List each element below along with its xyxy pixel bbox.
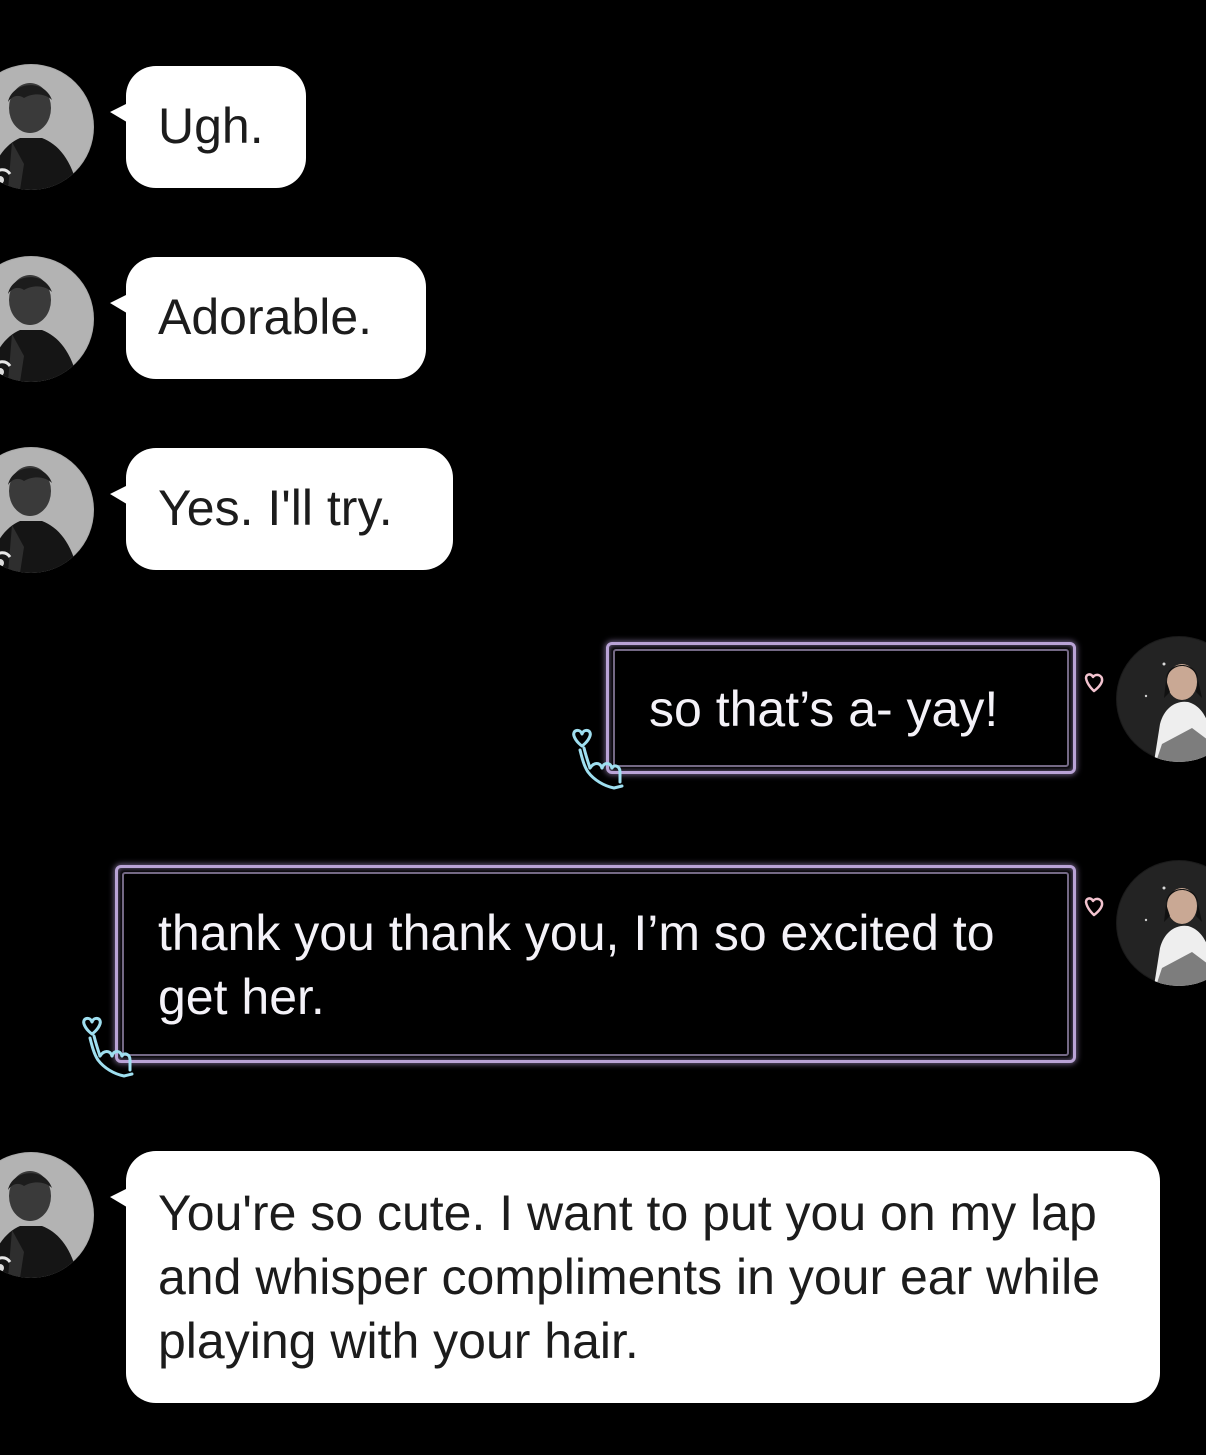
message-text: Ugh.: [158, 98, 264, 154]
bubble-tail: [110, 102, 130, 124]
avatar[interactable]: [0, 64, 94, 190]
message-text: Yes. I'll try.: [158, 480, 393, 536]
hand-heart-icon: [76, 1014, 142, 1080]
message-bubble-incoming[interactable]: Adorable.: [110, 257, 426, 379]
person-avatar-icon: [1116, 636, 1206, 762]
person-avatar-icon: [0, 447, 94, 573]
bubble-tail: [110, 1187, 130, 1209]
message-text: You're so cute. I want to put you on my …: [158, 1185, 1101, 1369]
avatar[interactable]: [0, 447, 94, 573]
avatar[interactable]: [0, 1152, 94, 1278]
message-bubble-incoming[interactable]: Yes. I'll try.: [110, 448, 453, 570]
heart-icon: [1082, 672, 1108, 696]
bubble-tail: [110, 484, 130, 506]
person-avatar-icon: [0, 1152, 94, 1278]
avatar[interactable]: [1116, 636, 1206, 762]
message-bubble-outgoing[interactable]: so that’s a- yay!: [606, 642, 1076, 774]
avatar[interactable]: [0, 256, 94, 382]
message-bubble-outgoing[interactable]: thank you thank you, I’m so excited to g…: [115, 865, 1076, 1063]
heart-icon: [1082, 896, 1108, 920]
message-bubble-incoming[interactable]: Ugh.: [110, 66, 306, 188]
avatar[interactable]: [1116, 860, 1206, 986]
person-avatar-icon: [0, 256, 94, 382]
chat-thread: Ugh. Adorable. Yes. I'll try. so that’s …: [0, 0, 1206, 1455]
message-text: so that’s a- yay!: [649, 681, 999, 737]
hand-heart-icon: [566, 726, 632, 792]
bubble-tail: [110, 293, 130, 315]
message-text: thank you thank you, I’m so excited to g…: [158, 905, 995, 1025]
message-bubble-incoming[interactable]: You're so cute. I want to put you on my …: [110, 1151, 1160, 1403]
person-avatar-icon: [0, 64, 94, 190]
message-text: Adorable.: [158, 289, 373, 345]
person-avatar-icon: [1116, 860, 1206, 986]
